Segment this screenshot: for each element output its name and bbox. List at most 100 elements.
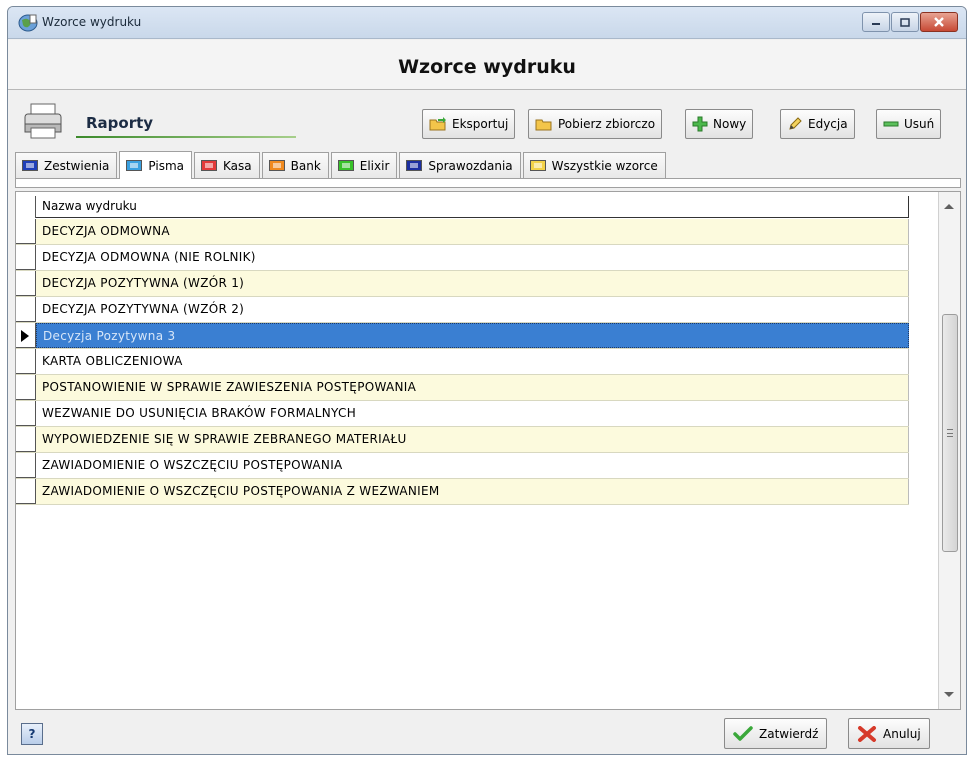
row-indicator: [16, 271, 36, 296]
delete-label: Usuń: [904, 117, 935, 131]
tab-pisma[interactable]: Pisma: [119, 151, 192, 179]
table-cell: Decyzja Pozytywna 3: [36, 323, 909, 348]
table-cell: KARTA OBLICZENIOWA: [36, 349, 909, 374]
tab-swatch-icon: [22, 160, 38, 171]
tab-swatch-icon: [201, 160, 217, 171]
folder-icon: [535, 119, 552, 131]
confirm-label: Zatwierdź: [759, 726, 819, 741]
row-indicator: [16, 349, 36, 374]
grid-header: Nazwa wydruku: [16, 196, 909, 218]
table-cell: ZAWIADOMIENIE O WSZCZĘCIU POSTĘPOWANIA: [36, 453, 909, 478]
row-indicator: [16, 453, 36, 478]
tab-label: Bank: [290, 158, 321, 173]
export-label: Eksportuj: [452, 117, 509, 131]
table-cell: POSTANOWIENIE W SPRAWIE ZAWIESZENIA POST…: [36, 375, 909, 400]
row-indicator: [16, 297, 36, 322]
window-controls: [861, 12, 958, 32]
title-bar[interactable]: Wzorce wydruku: [8, 7, 966, 39]
table-row[interactable]: WYPOWIEDZENIE SIĘ W SPRAWIE ZEBRANEGO MA…: [16, 427, 909, 453]
export-button[interactable]: Eksportuj: [422, 109, 516, 139]
printer-icon: [24, 103, 62, 139]
edit-button[interactable]: Edycja: [780, 109, 855, 139]
minimize-button[interactable]: [862, 12, 890, 32]
table-row-selected[interactable]: Decyzja Pozytywna 3: [16, 323, 909, 349]
tab-bar: Zestwienia Pisma Kasa Bank Elixir Sprawo…: [15, 150, 668, 179]
tab-label: Elixir: [359, 158, 390, 173]
section-title-underline: [76, 136, 296, 138]
tab-sprawozdania[interactable]: Sprawozdania: [399, 152, 521, 178]
tab-kasa[interactable]: Kasa: [194, 152, 260, 178]
tab-label: Kasa: [223, 158, 252, 173]
tab-swatch-icon: [268, 160, 285, 171]
row-indicator-header: [16, 196, 36, 218]
minimize-icon: [872, 23, 880, 25]
tab-bank[interactable]: Bank: [261, 152, 329, 178]
tab-wszystkie-wzorce[interactable]: Wszystkie wzorce: [522, 152, 666, 178]
edit-label: Edycja: [808, 117, 848, 131]
tab-swatch-icon: [126, 160, 143, 171]
row-indicator: [16, 427, 36, 452]
checkmark-icon: [733, 725, 753, 741]
page-title: Wzorce wydruku: [398, 56, 576, 78]
pencil-icon: [789, 117, 802, 130]
vertical-scrollbar[interactable]: [938, 192, 960, 709]
table-row[interactable]: DECYZJA POZYTYWNA (WZÓR 1): [16, 271, 909, 297]
minus-icon: [883, 121, 899, 127]
table-cell: DECYZJA ODMOWNA: [36, 219, 909, 244]
tab-label: Wszystkie wzorce: [551, 158, 658, 173]
tab-label: Pisma: [148, 158, 184, 173]
maximize-button[interactable]: [891, 12, 919, 32]
table-row[interactable]: DECYZJA POZYTYWNA (WZÓR 2): [16, 297, 909, 323]
export-folder-icon: [429, 117, 446, 131]
table-row[interactable]: ZAWIADOMIENIE O WSZCZĘCIU POSTĘPOWANIA Z…: [16, 479, 909, 505]
window: Wzorce wydruku Wzorce wydruku Raporty Ek…: [7, 6, 967, 755]
plus-icon: [692, 116, 708, 132]
toolbar: Raporty Eksportuj Pobierz zbiorczo Nowy: [8, 92, 966, 148]
app-globe-icon: [18, 14, 38, 32]
table-row[interactable]: KARTA OBLICZENIOWA: [16, 349, 909, 375]
tab-swatch-icon: [529, 160, 546, 171]
table-row[interactable]: POSTANOWIENIE W SPRAWIE ZAWIESZENIA POST…: [16, 375, 909, 401]
cancel-button[interactable]: Anuluj: [848, 718, 930, 749]
tab-zestwienia[interactable]: Zestwienia: [15, 152, 118, 178]
current-row-pointer-icon: [21, 330, 29, 342]
header-banner: Wzorce wydruku: [8, 40, 966, 90]
scroll-down-arrow-icon[interactable]: [944, 692, 954, 697]
fetch-all-label: Pobierz zbiorczo: [558, 117, 656, 131]
table-row[interactable]: DECYZJA ODMOWNA: [16, 219, 909, 245]
delete-button[interactable]: Usuń: [876, 109, 942, 139]
cancel-x-icon: [858, 725, 876, 742]
table-cell: WYPOWIEDZENIE SIĘ W SPRAWIE ZEBRANEGO MA…: [36, 427, 909, 452]
column-header-name[interactable]: Nazwa wydruku: [36, 196, 909, 218]
window-title: Wzorce wydruku: [42, 15, 142, 29]
table-row[interactable]: ZAWIADOMIENIE O WSZCZĘCIU POSTĘPOWANIA: [16, 453, 909, 479]
templates-grid[interactable]: Nazwa wydruku DECYZJA ODMOWNA DECYZJA OD…: [15, 191, 961, 710]
scrollbar-thumb[interactable]: [942, 314, 958, 552]
row-indicator: [16, 401, 36, 426]
table-row[interactable]: DECYZJA ODMOWNA (NIE ROLNIK): [16, 245, 909, 271]
section-title: Raporty: [86, 114, 154, 132]
fetch-all-button[interactable]: Pobierz zbiorczo: [528, 109, 663, 139]
row-indicator: [16, 479, 36, 504]
tab-swatch-icon: [406, 160, 423, 171]
grip-icon: [947, 429, 953, 437]
maximize-icon: [900, 17, 910, 27]
scroll-up-arrow-icon[interactable]: [944, 204, 954, 209]
new-button[interactable]: Nowy: [685, 109, 754, 139]
row-indicator: [16, 375, 36, 400]
tab-content-strip: [15, 178, 961, 188]
confirm-button[interactable]: Zatwierdź: [724, 718, 828, 749]
table-cell: ZAWIADOMIENIE O WSZCZĘCIU POSTĘPOWANIA Z…: [36, 479, 909, 504]
close-button[interactable]: [920, 12, 958, 32]
table-cell: DECYZJA POZYTYWNA (WZÓR 2): [36, 297, 909, 322]
help-button[interactable]: ?: [21, 723, 43, 745]
tab-label: Sprawozdania: [428, 158, 513, 173]
table-row[interactable]: WEZWANIE DO USUNIĘCIA BRAKÓW FORMALNYCH: [16, 401, 909, 427]
row-indicator: [16, 245, 36, 270]
tab-elixir[interactable]: Elixir: [330, 152, 398, 178]
close-icon: [934, 17, 944, 27]
row-indicator: [16, 219, 36, 244]
tab-label: Zestwienia: [44, 158, 110, 173]
row-indicator: [16, 323, 36, 348]
table-cell: WEZWANIE DO USUNIĘCIA BRAKÓW FORMALNYCH: [36, 401, 909, 426]
